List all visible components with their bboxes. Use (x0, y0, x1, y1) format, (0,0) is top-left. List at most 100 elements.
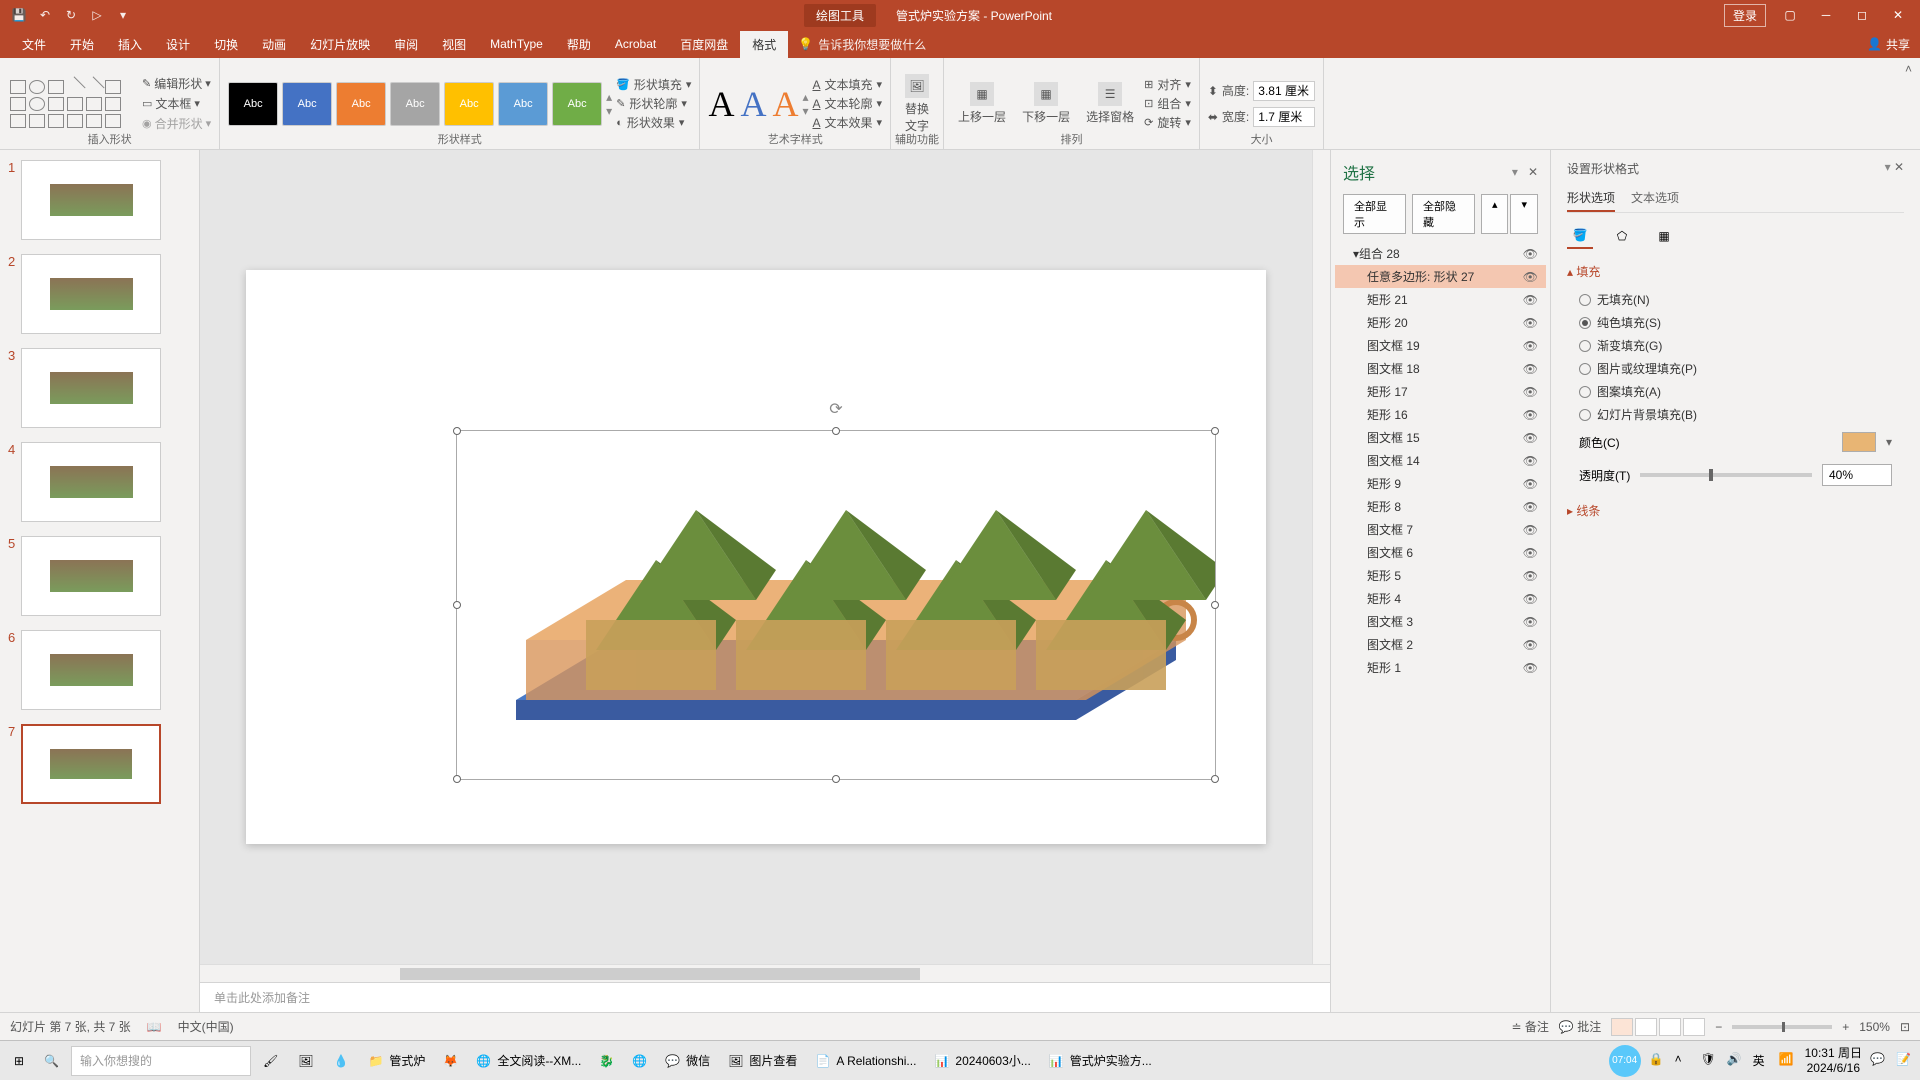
close-icon[interactable]: ✕ (1886, 3, 1910, 27)
tab-home[interactable]: 开始 (58, 31, 106, 58)
alt-text-button[interactable]: 🖼 替换 文字 (899, 72, 935, 136)
align-button[interactable]: ⊞ 对齐 ▾ (1144, 76, 1191, 93)
transparency-slider[interactable] (1640, 473, 1812, 477)
visibility-toggle-icon[interactable]: 👁 (1523, 500, 1538, 514)
taskbar-app[interactable]: 🐉 (591, 1045, 622, 1077)
notes-pane[interactable]: 单击此处添加备注 (200, 982, 1330, 1012)
fit-to-window-icon[interactable]: ⊡ (1900, 1020, 1910, 1034)
visibility-toggle-icon[interactable]: 👁 (1523, 339, 1538, 353)
tab-mathtype[interactable]: MathType (478, 32, 555, 56)
taskbar-app[interactable]: 🖼图片查看 (720, 1045, 805, 1077)
radio-gradient-fill[interactable]: 渐变填充(G) (1567, 334, 1904, 357)
gallery-more-icon[interactable]: ▴▾ (606, 90, 612, 118)
line-section-header[interactable]: ▸ 线条 (1567, 502, 1904, 519)
selection-list[interactable]: ▾ 组合 28👁任意多边形: 形状 27👁矩形 21👁矩形 20👁图文框 19👁… (1331, 242, 1550, 1012)
slide-thumbnails[interactable]: 1 2 3 4 5 6 7 (0, 150, 200, 1012)
visibility-toggle-icon[interactable]: 👁 (1523, 661, 1538, 675)
qat-more-icon[interactable]: ▾ (114, 6, 132, 24)
taskbar-app[interactable]: 💧 (325, 1045, 356, 1077)
text-outline-button[interactable]: A 文本轮廓 ▾ (812, 95, 882, 112)
resize-handle-bl[interactable] (453, 775, 461, 783)
rotate-handle[interactable]: ⟳ (829, 399, 842, 419)
slide-thumbnail[interactable] (21, 630, 161, 710)
tab-baidu[interactable]: 百度网盘 (668, 31, 740, 58)
selection-item[interactable]: 图文框 14👁 (1335, 449, 1546, 472)
zoom-out-icon[interactable]: − (1715, 1020, 1722, 1034)
spellcheck-icon[interactable]: 📖 (147, 1020, 162, 1034)
resize-handle-br[interactable] (1211, 775, 1219, 783)
visibility-toggle-icon[interactable]: 👁 (1523, 523, 1538, 537)
tab-file[interactable]: 文件 (10, 31, 58, 58)
start-button[interactable]: ⊞ (6, 1045, 32, 1077)
vertical-scrollbar[interactable] (1312, 150, 1330, 964)
visibility-toggle-icon[interactable]: 👁 (1523, 454, 1538, 468)
fill-line-icon[interactable]: 🪣 (1567, 223, 1593, 249)
bring-forward-button[interactable]: ▦上移一层 (952, 80, 1012, 127)
resize-handle-b[interactable] (832, 775, 840, 783)
tab-design[interactable]: 设计 (154, 31, 202, 58)
share-button[interactable]: 👤 共享 (1867, 36, 1910, 53)
effects-icon[interactable]: ⬠ (1609, 223, 1635, 249)
group-button[interactable]: ⊡ 组合 ▾ (1144, 95, 1191, 112)
selection-item[interactable]: 图文框 19👁 (1335, 334, 1546, 357)
selection-box[interactable]: ⟳ (456, 430, 1216, 780)
taskbar-app[interactable]: 📁管式炉 (360, 1045, 433, 1077)
selection-item[interactable]: 矩形 17👁 (1335, 380, 1546, 403)
tab-animations[interactable]: 动画 (250, 31, 298, 58)
taskbar-app[interactable]: 🖼 (290, 1045, 321, 1077)
selection-item[interactable]: 矩形 4👁 (1335, 587, 1546, 610)
sorter-view-icon[interactable] (1635, 1018, 1657, 1036)
hide-all-button[interactable]: 全部隐藏 (1412, 194, 1475, 234)
slide-thumbnail[interactable] (21, 160, 161, 240)
taskbar-app[interactable]: 📊20240603小... (926, 1045, 1038, 1077)
slide-indicator[interactable]: 幻灯片 第 7 张, 共 7 张 (10, 1018, 131, 1035)
radio-slide-bg-fill[interactable]: 幻灯片背景填充(B) (1567, 403, 1904, 426)
search-icon[interactable]: 🔍 (36, 1045, 67, 1077)
taskbar-app[interactable]: 🌐 (624, 1045, 655, 1077)
tab-view[interactable]: 视图 (430, 31, 478, 58)
redo-icon[interactable]: ↻ (62, 6, 80, 24)
tell-me-search[interactable]: 💡 告诉我你想要做什么 (798, 36, 926, 53)
collapse-ribbon-icon[interactable]: ˄ (1897, 58, 1920, 149)
pane-dropdown-icon[interactable]: ▾ (1885, 160, 1891, 174)
visibility-toggle-icon[interactable]: 👁 (1523, 316, 1538, 330)
text-fill-button[interactable]: A 文本填充 ▾ (812, 76, 882, 93)
zoom-level[interactable]: 150% (1859, 1020, 1890, 1034)
visibility-toggle-icon[interactable]: 👁 (1523, 408, 1538, 422)
assistant-badge[interactable]: 07:04 (1609, 1045, 1641, 1077)
edit-shape-button[interactable]: ✎ 编辑形状 ▾ (142, 75, 211, 92)
start-from-beginning-icon[interactable]: ▷ (88, 6, 106, 24)
normal-view-icon[interactable] (1611, 1018, 1633, 1036)
save-icon[interactable]: 💾 (10, 6, 28, 24)
selection-item[interactable]: 矩形 20👁 (1335, 311, 1546, 334)
color-picker[interactable] (1842, 432, 1876, 452)
tray-icon[interactable]: 🛡 (1701, 1052, 1719, 1070)
slide-thumbnail[interactable] (21, 254, 161, 334)
tab-acrobat[interactable]: Acrobat (603, 32, 668, 56)
slide-thumbnail[interactable] (21, 348, 161, 428)
horizontal-scrollbar[interactable] (200, 964, 1330, 982)
selection-pane-button[interactable]: ☰选择窗格 (1080, 80, 1140, 127)
tab-shape-options[interactable]: 形状选项 (1567, 185, 1615, 212)
tray-expand-icon[interactable]: ˄ (1675, 1052, 1693, 1070)
notes-toggle[interactable]: ≐ 备注 (1512, 1018, 1549, 1035)
visibility-toggle-icon[interactable]: 👁 (1523, 477, 1538, 491)
selection-item[interactable]: 图文框 7👁 (1335, 518, 1546, 541)
selection-item[interactable]: 矩形 21👁 (1335, 288, 1546, 311)
visibility-toggle-icon[interactable]: 👁 (1523, 592, 1538, 606)
wordart-gallery[interactable]: A A A (708, 83, 798, 125)
rotate-button[interactable]: ⟳ 旋转 ▾ (1144, 114, 1191, 131)
visibility-toggle-icon[interactable]: 👁 (1523, 362, 1538, 376)
reorder-up-icon[interactable]: ▴ (1481, 194, 1509, 234)
resize-handle-tl[interactable] (453, 427, 461, 435)
width-input[interactable] (1253, 107, 1315, 127)
taskbar-app[interactable]: 🦊 (435, 1045, 466, 1077)
selection-item[interactable]: 图文框 3👁 (1335, 610, 1546, 633)
taskbar-app[interactable]: 🌐全文阅读--XM... (468, 1045, 589, 1077)
selection-item[interactable]: ▾ 组合 28👁 (1335, 242, 1546, 265)
visibility-toggle-icon[interactable]: 👁 (1523, 270, 1538, 284)
undo-icon[interactable]: ↶ (36, 6, 54, 24)
format-pane-close-icon[interactable]: ✕ (1894, 160, 1904, 174)
selection-item[interactable]: 图文框 15👁 (1335, 426, 1546, 449)
selection-item[interactable]: 矩形 5👁 (1335, 564, 1546, 587)
